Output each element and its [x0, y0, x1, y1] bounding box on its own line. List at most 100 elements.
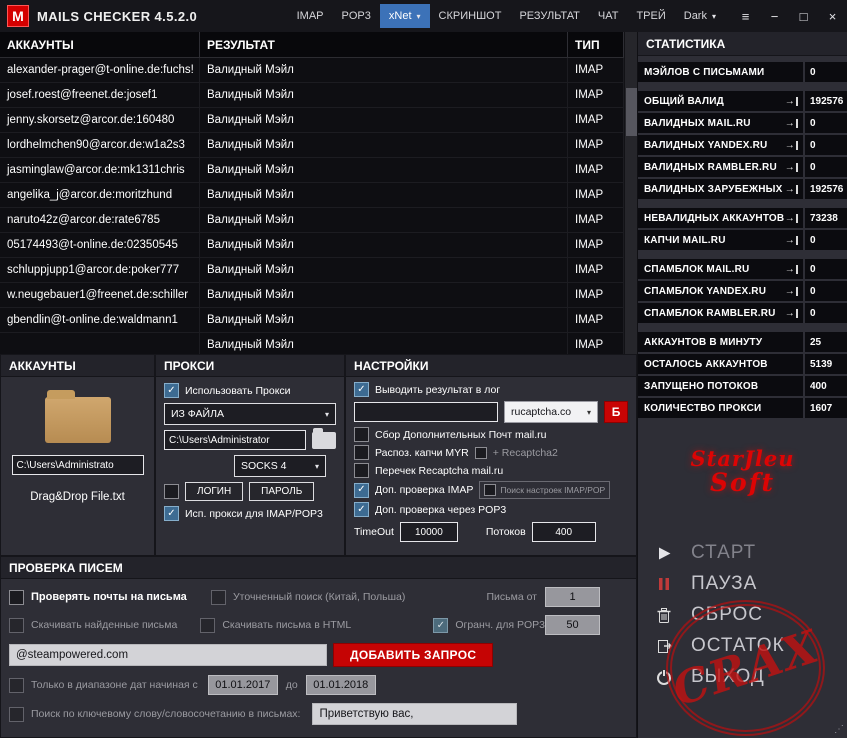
stat-label: АККАУНТОВ В МИНУТУ	[644, 336, 763, 348]
browse-folder-icon[interactable]	[312, 427, 336, 449]
proxy-for-imap-checkbox[interactable]	[164, 506, 179, 521]
reset-button[interactable]: СБРОС	[638, 600, 847, 630]
scrollbar-thumb[interactable]	[626, 88, 637, 136]
proxy-path-input[interactable]	[164, 430, 306, 450]
date-from-input[interactable]	[207, 675, 278, 695]
download-html-checkbox[interactable]	[200, 617, 216, 633]
keyword-input[interactable]	[312, 703, 518, 725]
captcha-service-select[interactable]: rucaptcha.co ▾	[504, 401, 598, 423]
export-arrow-icon[interactable]: →	[785, 162, 798, 173]
start-button[interactable]: СТАРТ	[638, 538, 847, 568]
menu-tray[interactable]: ТРЕЙ	[627, 4, 674, 28]
export-arrow-icon[interactable]: →	[785, 213, 798, 224]
col-header-result[interactable]: РЕЗУЛЬТАТ	[200, 32, 568, 57]
use-proxy-checkbox[interactable]	[164, 383, 179, 398]
date-to-input[interactable]	[305, 675, 376, 695]
check-mails-checkbox[interactable]	[9, 589, 24, 605]
app-title: MAILS CHECKER 4.5.2.0	[37, 8, 198, 24]
table-row[interactable]: lordhelmchen90@arcor.de:w1a2s3 Валидный М…	[0, 133, 624, 158]
pause-icon	[652, 576, 676, 592]
date-range-checkbox[interactable]	[9, 677, 24, 693]
stat-row: НЕВАЛИДНЫХ АККАУНТОВ → 73238	[638, 208, 847, 228]
pop3-check-checkbox[interactable]	[354, 502, 369, 517]
timeout-input[interactable]	[399, 522, 458, 542]
imap-check-checkbox[interactable]	[354, 482, 369, 498]
timeout-label: TimeOut	[354, 526, 394, 538]
table-row[interactable]: josef.roest@freenet.de:josef1 Валидный Мэ…	[0, 83, 624, 108]
stat-value: 1607	[805, 398, 847, 418]
captcha-key-input[interactable]	[354, 402, 498, 422]
export-arrow-icon[interactable]: →	[785, 286, 798, 297]
result-cell: Валидный Мэйл	[200, 133, 568, 157]
resize-grip[interactable]: ⋰	[834, 724, 844, 735]
accounts-path-input[interactable]	[11, 455, 144, 475]
stat-label: СПАМБЛОК RAMBLER.RU	[644, 307, 776, 319]
table-row[interactable]: gbendlin@t-online.de:waldmann1 Валидный М…	[0, 308, 624, 333]
export-arrow-icon[interactable]: →	[785, 308, 798, 319]
refined-search-checkbox[interactable]	[211, 589, 226, 605]
add-query-button[interactable]: ДОБАВИТЬ ЗАПРОС	[333, 643, 494, 667]
proxy-type-select[interactable]: SOCKS 4 ▾	[234, 455, 326, 477]
table-row[interactable]: jenny.skorsetz@arcor.de:160480 Валидный М…	[0, 108, 624, 133]
menu-pop3[interactable]: POP3	[333, 4, 380, 28]
export-arrow-icon[interactable]: →	[785, 184, 798, 195]
hamburger-menu-icon[interactable]: ≡	[731, 0, 760, 32]
keyword-search-checkbox[interactable]	[9, 706, 24, 722]
exit-button[interactable]: ВЫХОД	[638, 662, 847, 692]
brand-logo-line1: StarJleu	[690, 446, 795, 471]
export-arrow-icon[interactable]: →	[785, 140, 798, 151]
imap-settings-checkbox[interactable]	[484, 484, 497, 496]
menu-theme[interactable]: Dark ▾	[675, 4, 725, 28]
window-controls: ≡ − □ ×	[731, 0, 847, 32]
menu-xnet[interactable]: xNet ▾	[379, 4, 430, 28]
download-found-checkbox[interactable]	[9, 617, 24, 633]
table-row[interactable]: jasminglaw@arcor.de:mk1311chris Валидный …	[0, 158, 624, 183]
minimize-button[interactable]: −	[760, 0, 789, 32]
threads-input[interactable]	[531, 522, 596, 542]
export-arrow-icon[interactable]: →	[785, 235, 798, 246]
collect-extra-mails-checkbox[interactable]	[354, 427, 369, 442]
menu-chat[interactable]: ЧАТ	[589, 4, 628, 28]
table-row[interactable]: 05174493@t-online.de:02350545 Валидный Мэ…	[0, 233, 624, 258]
table-row[interactable]: w.neugebauer1@freenet.de:schiller Валидны…	[0, 283, 624, 308]
close-button[interactable]: ×	[818, 0, 847, 32]
menu-result[interactable]: РЕЗУЛЬТАТ	[510, 4, 588, 28]
table-row[interactable]: alexander-prager@t-online.de:fuchs! Валид…	[0, 58, 624, 83]
rest-button[interactable]: ОСТАТОК	[638, 631, 847, 661]
stat-row: ВАЛИДНЫХ MAIL.RU → 0	[638, 113, 847, 133]
table-row[interactable]: angelika_j@arcor.de:moritzhund Валидный М…	[0, 183, 624, 208]
pop3-limit-input[interactable]	[545, 615, 600, 635]
login-button[interactable]: ЛОГИН	[185, 482, 244, 501]
table-scrollbar[interactable]	[624, 32, 637, 354]
password-button[interactable]: ПАРОЛЬ	[249, 482, 315, 501]
reset-label: СБРОС	[691, 604, 763, 626]
pop3-limit-checkbox[interactable]	[433, 617, 449, 633]
search-query-input[interactable]	[9, 644, 327, 666]
maximize-button[interactable]: □	[789, 0, 818, 32]
type-cell: IMAP	[568, 208, 624, 232]
table-row[interactable]: schluppjupp1@arcor.de:poker777 Валидный М…	[0, 258, 624, 283]
col-header-type[interactable]: ТИП	[568, 32, 624, 57]
col-header-accounts[interactable]: АККАУНТЫ	[0, 32, 200, 57]
menu-imap[interactable]: IMAP	[288, 4, 333, 28]
export-arrow-icon[interactable]: →	[785, 264, 798, 275]
pop3-limit-label: Огранч. для POP3	[455, 619, 545, 631]
proxy-source-select[interactable]: ИЗ ФАЙЛА ▾	[164, 403, 336, 425]
stat-row: АККАУНТОВ В МИНУТУ 25	[638, 332, 847, 352]
log-output-checkbox[interactable]	[354, 382, 369, 397]
letters-from-input[interactable]	[545, 587, 600, 607]
folder-icon[interactable]	[44, 390, 111, 443]
accounts-panel: АККАУНТЫ Drag&Drop File.txt	[0, 354, 155, 556]
table-row[interactable]: Валидный Мэйл IMAP	[0, 333, 624, 354]
export-arrow-icon[interactable]: →	[785, 118, 798, 129]
recaptcha2-checkbox[interactable]	[474, 446, 487, 459]
myr-captcha-checkbox[interactable]	[354, 445, 369, 460]
recheck-recaptcha-checkbox[interactable]	[354, 463, 369, 478]
stats-group: АККАУНТОВ В МИНУТУ 25 ОСТАЛОСЬ АККАУНТОВ…	[638, 332, 847, 418]
pause-button[interactable]: ПАУЗА	[638, 569, 847, 599]
table-row[interactable]: naruto42z@arcor.de:rate6785 Валидный Мэйл…	[0, 208, 624, 233]
export-arrow-icon[interactable]: →	[785, 96, 798, 107]
proxy-auth-checkbox[interactable]	[164, 484, 179, 499]
menu-screenshot[interactable]: СКРИНШОТ	[430, 4, 511, 28]
balance-button[interactable]: Б	[604, 401, 628, 423]
